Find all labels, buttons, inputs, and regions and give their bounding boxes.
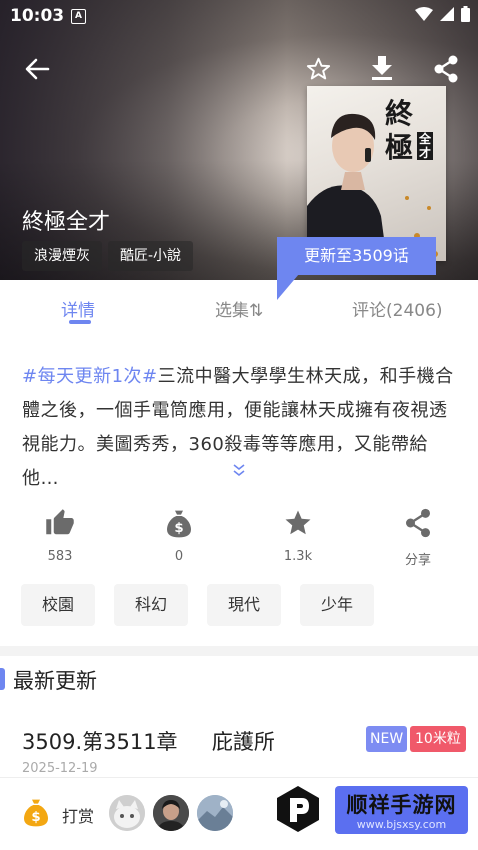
tip-button[interactable]: $ [149, 508, 209, 544]
battery-icon [461, 6, 470, 22]
thumbs-up-icon [46, 509, 74, 535]
latest-episode-date: 2025-12-19 [22, 761, 98, 776]
share-icon [406, 508, 430, 538]
star-outline-icon[interactable] [305, 56, 332, 82]
status-icons [415, 6, 470, 22]
latest-section-title: 最新更新 [13, 669, 97, 693]
cover-title-3: 全才 [417, 132, 433, 160]
expand-chevron-icon[interactable] [229, 462, 249, 478]
reward-label[interactable]: 打赏 [62, 803, 94, 827]
tab-episodes[interactable]: 选集⇅ [215, 296, 263, 321]
genre-chip[interactable]: 校園 [21, 584, 95, 626]
genre-chip[interactable]: 少年 [300, 584, 374, 626]
section-divider [0, 646, 478, 656]
wifi-icon [415, 7, 433, 21]
price-badge: 10米粒 [410, 726, 466, 752]
section-accent-bar [0, 668, 5, 690]
download-icon[interactable] [370, 55, 394, 81]
back-arrow-icon[interactable] [24, 56, 50, 82]
status-time: 10:03 [10, 6, 65, 26]
tip-count: 0 [174, 549, 184, 564]
genre-chip[interactable]: 現代 [207, 584, 281, 626]
source-tag[interactable]: 酷匠-小說 [108, 241, 194, 271]
book-title: 終極全才 [22, 210, 111, 235]
share-label: 分享 [404, 553, 431, 568]
share-icon[interactable] [433, 55, 459, 83]
share-action-button[interactable] [388, 508, 448, 542]
genre-chip[interactable]: 科幻 [114, 584, 188, 626]
favorite-count: 1.3k [283, 549, 313, 564]
notification-icon: A [71, 9, 86, 24]
latest-episode-title[interactable]: 3509.第3511章 庇護所 [22, 726, 275, 756]
avatar[interactable] [197, 795, 233, 831]
update-badge: 更新至3509话 [277, 237, 436, 275]
avatar[interactable] [153, 795, 189, 831]
tab-indicator [69, 320, 91, 324]
badge-tail [277, 274, 299, 300]
star-icon [285, 510, 311, 535]
watermark-logo-icon [277, 786, 319, 832]
landscape-avatar-icon [197, 795, 233, 831]
description-hashtag[interactable]: #每天更新1次# [22, 366, 158, 387]
svg-text:$: $ [174, 521, 183, 536]
cover-art [307, 113, 438, 261]
tab-details[interactable]: 详情 [61, 296, 95, 321]
tab-comments[interactable]: 评论(2406) [352, 296, 443, 321]
like-button[interactable] [30, 508, 90, 542]
svg-text:$: $ [31, 810, 40, 825]
author-tag[interactable]: 浪漫煙灰 [22, 241, 102, 271]
money-bag-icon: $ [167, 510, 191, 538]
avatar[interactable] [109, 795, 145, 831]
new-badge: NEW [366, 726, 408, 752]
favorite-button[interactable] [268, 508, 328, 542]
status-bar: 10:03 A [0, 0, 478, 32]
like-count: 583 [47, 549, 73, 564]
cover-title-2: 極 [385, 131, 414, 164]
watermark-url: www.bjsxsy.com [356, 818, 447, 831]
watermark-title: 顺祥手游网 [346, 793, 457, 817]
book-cover[interactable]: 終 極 全才 [307, 86, 446, 261]
reward-money-bag-icon[interactable]: $ [20, 797, 52, 829]
signal-icon [440, 7, 454, 21]
tab-bar: 详情 选集⇅ 评论(2406) [0, 280, 478, 332]
cat-avatar-icon [109, 795, 145, 831]
person-avatar-icon [153, 795, 189, 831]
